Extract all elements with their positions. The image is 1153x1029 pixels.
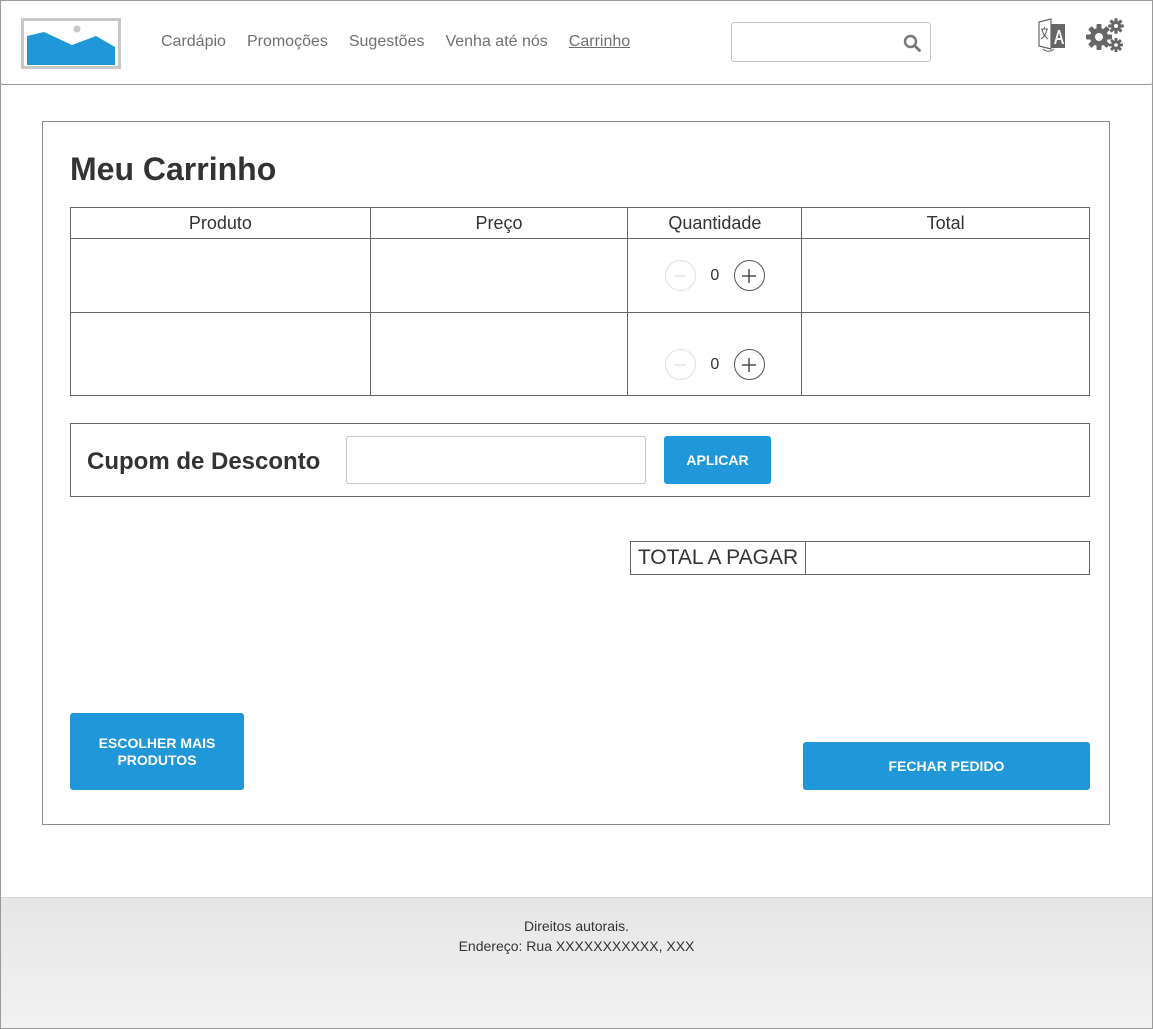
plus-icon bbox=[742, 357, 757, 372]
top-header: Cardápio Promoções Sugestões Venha até n… bbox=[0, 0, 1153, 85]
column-header-produto: Produto bbox=[70, 207, 371, 239]
price-cell bbox=[369, 312, 629, 396]
cart-panel: Meu Carrinho Produto Preço Quantidade To… bbox=[42, 121, 1110, 825]
total-to-pay-box: TOTAL A PAGAR bbox=[630, 541, 1090, 575]
choose-more-products-button[interactable]: ESCOLHER MAIS PRODUTOS bbox=[70, 713, 244, 790]
total-cell bbox=[801, 238, 1090, 313]
total-cell bbox=[801, 312, 1090, 396]
footer-address: Endereço: Rua XXXXXXXXXXX, XXX bbox=[458, 938, 695, 954]
page-title: Meu Carrinho bbox=[70, 151, 277, 187]
increase-quantity-button[interactable] bbox=[733, 260, 765, 291]
quantity-stepper: 0 bbox=[628, 260, 801, 291]
product-cell bbox=[70, 312, 371, 396]
coupon-code-input[interactable] bbox=[346, 436, 646, 484]
decrease-quantity-button[interactable] bbox=[664, 349, 696, 380]
minus-icon bbox=[674, 274, 687, 277]
column-header-preco: Preço bbox=[369, 207, 629, 239]
coupon-section: Cupom de Desconto APLICAR bbox=[70, 423, 1090, 497]
coupon-label: Cupom de Desconto bbox=[87, 448, 321, 475]
nav-link-promocoes[interactable]: Promoções bbox=[247, 32, 328, 52]
footer: Direitos autorais. Endereço: Rua XXXXXXX… bbox=[1, 897, 1152, 1028]
nav-link-sugestoes[interactable]: Sugestões bbox=[349, 32, 425, 52]
price-cell bbox=[369, 238, 629, 313]
plus-icon bbox=[742, 268, 757, 283]
table-row: 0 bbox=[70, 238, 1090, 313]
translate-icon[interactable] bbox=[1037, 18, 1067, 52]
column-header-total: Total bbox=[801, 207, 1090, 239]
quantity-cell: 0 bbox=[627, 238, 803, 313]
nav-link-venha-ate-nos[interactable]: Venha até nós bbox=[445, 32, 547, 52]
logo-image-placeholder[interactable] bbox=[21, 18, 121, 69]
main-nav: Cardápio Promoções Sugestões Venha até n… bbox=[161, 32, 651, 52]
search-input[interactable] bbox=[738, 28, 898, 56]
nav-link-cardapio[interactable]: Cardápio bbox=[161, 32, 226, 52]
close-order-button[interactable]: FECHAR PEDIDO bbox=[803, 742, 1090, 790]
total-to-pay-value bbox=[806, 542, 1089, 574]
product-cell bbox=[70, 238, 371, 313]
quantity-stepper: 0 bbox=[628, 349, 801, 380]
search-icon[interactable] bbox=[903, 34, 921, 52]
increase-quantity-button[interactable] bbox=[733, 349, 765, 380]
quantity-value: 0 bbox=[710, 355, 720, 373]
table-row: 0 bbox=[70, 312, 1090, 396]
column-header-quantidade: Quantidade bbox=[627, 207, 803, 239]
quantity-value: 0 bbox=[710, 266, 720, 284]
image-placeholder-icon bbox=[24, 21, 118, 66]
table-header-row: Produto Preço Quantidade Total bbox=[70, 207, 1090, 239]
quantity-cell: 0 bbox=[627, 312, 803, 396]
cart-table: Produto Preço Quantidade Total 0 0 bbox=[70, 207, 1090, 396]
decrease-quantity-button[interactable] bbox=[664, 260, 696, 291]
nav-link-carrinho[interactable]: Carrinho bbox=[569, 32, 630, 52]
apply-coupon-button[interactable]: APLICAR bbox=[664, 436, 771, 484]
search-box bbox=[731, 22, 931, 62]
total-to-pay-label: TOTAL A PAGAR bbox=[631, 542, 806, 574]
minus-icon bbox=[674, 363, 687, 366]
settings-gears-icon[interactable] bbox=[1085, 17, 1125, 53]
footer-copyright: Direitos autorais. bbox=[523, 918, 630, 934]
